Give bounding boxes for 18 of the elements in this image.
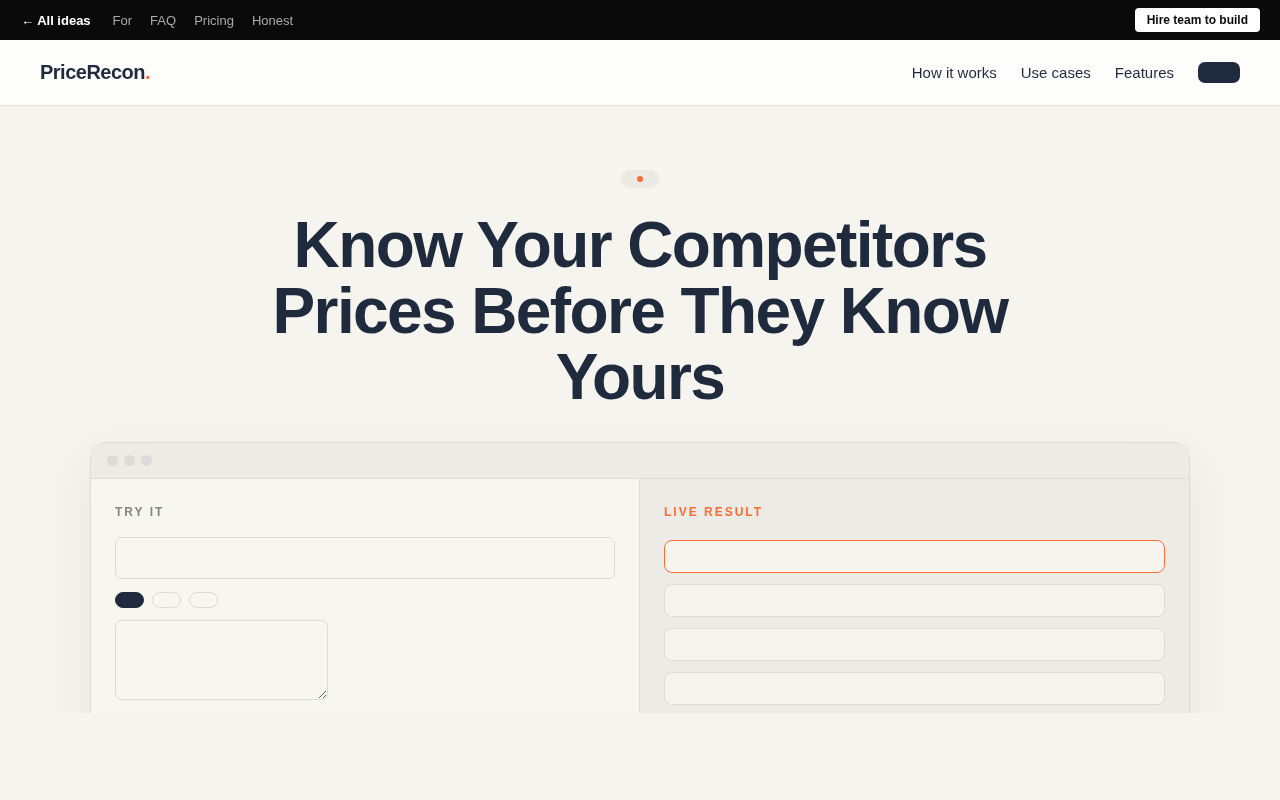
option-chip[interactable] (115, 592, 144, 608)
text-area[interactable] (115, 620, 328, 700)
top-link[interactable]: FAQ (150, 12, 177, 28)
top-link[interactable]: Pricing (194, 12, 234, 28)
panel-label: LIVE RESULT (664, 505, 764, 519)
top-link[interactable]: For (112, 12, 133, 28)
hero-headline: Know Your Competitors Prices Before They Know Yours (271, 212, 1010, 410)
nav-cta-button[interactable] (1198, 62, 1240, 83)
top-link[interactable]: Honest (251, 12, 294, 28)
dot-icon (637, 176, 643, 182)
hire-button[interactable]: Hire team to build (1134, 8, 1260, 32)
nav-link[interactable]: Use cases (1020, 64, 1091, 81)
nav-link[interactable]: How it works (911, 64, 997, 81)
back-link[interactable]: ← All ideas (21, 12, 91, 28)
panel-label: TRY IT (115, 505, 165, 519)
nav-link[interactable]: Features (1114, 64, 1174, 81)
input-field[interactable] (115, 537, 615, 579)
logo[interactable]: PriceRecon. (40, 61, 151, 84)
